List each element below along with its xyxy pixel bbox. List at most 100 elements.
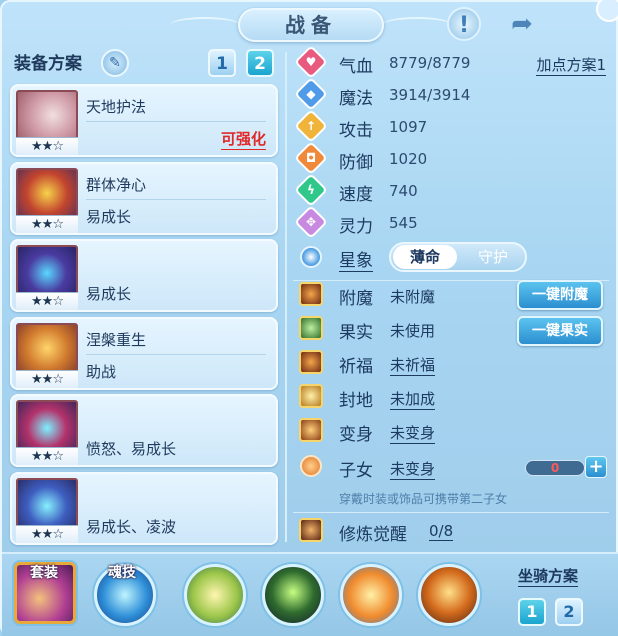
warrior-skill-icon[interactable] bbox=[418, 564, 480, 626]
enchant-value: 未附魔 bbox=[390, 288, 436, 306]
fire-skill-icon[interactable] bbox=[340, 564, 402, 626]
cultivation-icon bbox=[299, 518, 323, 542]
sword-icon: ↑ bbox=[294, 109, 328, 143]
child-count: 0 bbox=[525, 460, 585, 476]
fief-value[interactable]: 未加成 bbox=[390, 388, 436, 410]
dark-skill-icon[interactable] bbox=[262, 564, 324, 626]
star-sign-option-fate[interactable]: 薄命 bbox=[393, 245, 457, 269]
equipment-tag: 易成长 bbox=[86, 285, 132, 303]
star-rating: ★★☆ bbox=[16, 369, 78, 388]
star-sign-option-guard[interactable]: 守护 bbox=[463, 245, 523, 269]
outfit-label: 套装 bbox=[30, 565, 58, 581]
info-icon[interactable]: ! bbox=[447, 7, 481, 41]
divider bbox=[86, 121, 266, 122]
blessing-label: 祈福 bbox=[339, 357, 373, 377]
mount-plan-tab-1[interactable]: 1 bbox=[518, 598, 546, 626]
share-icon[interactable]: ➦ bbox=[505, 7, 539, 41]
star-rating: ★★☆ bbox=[16, 214, 78, 233]
equipment-name: 涅槃重生 bbox=[86, 330, 147, 349]
equipment-tag: 易成长 bbox=[86, 207, 132, 226]
enchant-all-button[interactable]: 一键附魔 bbox=[517, 280, 603, 310]
attr-hp: ♥ 气血 8779/8779 bbox=[289, 45, 609, 79]
attr-value: 1097 bbox=[389, 118, 428, 136]
attr-value: 3914/3914 bbox=[389, 86, 471, 104]
equipment-slot-3[interactable]: ★★☆ 易成长 bbox=[10, 239, 278, 312]
equipment-list: ★★☆ 天地护法 可强化 ★★☆ 群体净心 易成长 ★★☆ 易成长 ★★☆ 涅槃… bbox=[10, 84, 278, 549]
cultivation-label: 修炼觉醒 bbox=[339, 525, 407, 545]
fief-icon bbox=[299, 384, 323, 408]
attr-label: 攻击 bbox=[339, 121, 373, 141]
star-sign-icon bbox=[300, 246, 322, 268]
equip-plan-tab-1[interactable]: 1 bbox=[208, 49, 236, 77]
transform-icon bbox=[299, 418, 323, 442]
mount-plan-tab-2[interactable]: 2 bbox=[555, 598, 583, 626]
lightning-icon: ϟ bbox=[294, 173, 328, 207]
child-value[interactable]: 未变身 bbox=[390, 458, 436, 480]
pencil-icon[interactable]: ✎ bbox=[101, 49, 129, 77]
fruit-icon bbox=[299, 316, 323, 340]
star-sign-label[interactable]: 星象 bbox=[339, 246, 373, 272]
section-divider bbox=[293, 512, 609, 513]
equip-plan-tab-2[interactable]: 2 bbox=[246, 49, 274, 77]
attr-value: 545 bbox=[389, 214, 418, 232]
upgradable-link[interactable]: 可强化 bbox=[220, 128, 266, 150]
star-rating: ★★☆ bbox=[16, 447, 78, 465]
battle-prep-panel: 战备 ! ➦ 装备方案 ✎ 1 2 ★★☆ 天地护法 可强化 ★★☆ 群体净心 … bbox=[0, 0, 618, 636]
attr-label: 气血 bbox=[339, 57, 373, 77]
shield-skill-icon[interactable] bbox=[184, 564, 246, 626]
divider bbox=[86, 353, 266, 355]
equipment-tag: 助战 bbox=[86, 362, 117, 381]
equipment-name: 群体净心 bbox=[86, 175, 147, 194]
equipment-slot-4[interactable]: ★★☆ 涅槃重生 助战 bbox=[10, 316, 278, 390]
equip-plan-header: 装备方案 bbox=[14, 50, 82, 78]
equipment-name: 天地护法 bbox=[86, 98, 147, 116]
attr-label: 速度 bbox=[339, 185, 373, 205]
cultivation-value[interactable]: 0/8 bbox=[429, 522, 454, 541]
equipment-slot-6[interactable]: ★★☆ 易成长、凌波 bbox=[10, 471, 278, 545]
soul-skill-label: 魂技 bbox=[108, 565, 136, 581]
fruit-all-button[interactable]: 一键果实 bbox=[517, 316, 603, 346]
close-corner-button[interactable] bbox=[596, 0, 618, 22]
mana-icon: ◆ bbox=[294, 77, 328, 111]
attributes-panel: 加点方案1 ♥ 气血 8779/8779 ◆ 魔法 3914/3914 ↑ 攻击… bbox=[289, 45, 614, 546]
attr-attack: ↑ 攻击 1097 bbox=[289, 109, 609, 143]
equipment-tag: 愤怒、易成长 bbox=[86, 440, 177, 458]
column-divider bbox=[285, 52, 287, 542]
fruit-label: 果实 bbox=[339, 323, 373, 343]
divider bbox=[86, 198, 266, 200]
attr-value: 740 bbox=[389, 182, 418, 200]
transform-value[interactable]: 未变身 bbox=[390, 422, 436, 444]
equip-plan-label: 装备方案 bbox=[14, 54, 82, 74]
blessing-icon bbox=[299, 350, 323, 374]
equipment-slot-5[interactable]: ★★☆ 愤怒、易成长 bbox=[10, 394, 278, 467]
equipment-slot-1[interactable]: ★★☆ 天地护法 可强化 bbox=[10, 84, 278, 157]
equipment-slot-2[interactable]: ★★☆ 群体净心 易成长 bbox=[10, 161, 278, 235]
enchant-icon bbox=[299, 282, 323, 306]
title-ornament-left bbox=[170, 17, 240, 33]
attr-value: 8779/8779 bbox=[389, 54, 471, 72]
fief-row: 封地 未加成 bbox=[289, 382, 609, 412]
blessing-value[interactable]: 未祈福 bbox=[390, 354, 436, 376]
mount-plan-label[interactable]: 坐骑方案 bbox=[518, 565, 579, 587]
add-child-button[interactable]: + bbox=[585, 456, 607, 478]
star-sign-row: 星象 薄命 守护 bbox=[289, 242, 609, 274]
title-ornament-right bbox=[382, 17, 452, 33]
attr-defense: ◘ 防御 1020 bbox=[289, 141, 609, 175]
attr-speed: ϟ 速度 740 bbox=[289, 173, 609, 207]
transform-label: 变身 bbox=[339, 425, 373, 445]
star-rating: ★★☆ bbox=[16, 137, 78, 155]
attr-spirit: ✥ 灵力 545 bbox=[289, 205, 609, 239]
fief-label: 封地 bbox=[339, 391, 373, 411]
spirit-icon: ✥ bbox=[294, 205, 328, 239]
attr-mp: ◆ 魔法 3914/3914 bbox=[289, 77, 609, 111]
cultivation-row: 修炼觉醒 0/8 bbox=[289, 516, 609, 546]
star-rating: ★★☆ bbox=[16, 292, 78, 310]
child-label: 子女 bbox=[339, 461, 373, 481]
equipment-tag: 易成长、凌波 bbox=[86, 517, 177, 536]
attr-value: 1020 bbox=[389, 150, 428, 168]
attr-label: 魔法 bbox=[339, 89, 373, 109]
blessing-row: 祈福 未祈福 bbox=[289, 348, 609, 378]
child-row: 子女 未变身 0 + bbox=[289, 452, 609, 482]
transform-row: 变身 未变身 bbox=[289, 416, 609, 446]
child-hint: 穿戴时装或饰品可携带第二子女 bbox=[339, 492, 508, 506]
